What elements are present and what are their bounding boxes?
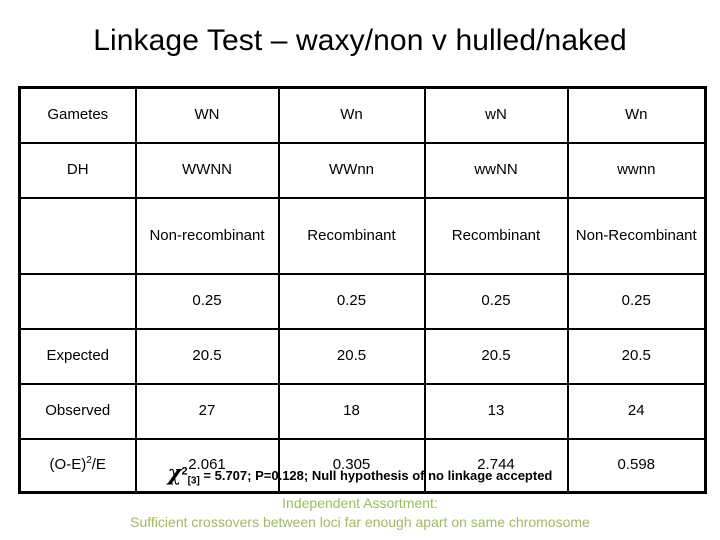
cell-expected-2: 20.5: [277, 328, 426, 385]
independent-assortment-explanation: Sufficient crossovers between loci far e…: [130, 514, 590, 530]
cell-observed-4: 24: [566, 383, 707, 440]
page-title: Linkage Test – waxy/non v hulled/naked: [93, 24, 627, 57]
row-label-ratio: [18, 273, 137, 330]
cell-ratio-4: 0.25: [566, 273, 707, 330]
table-row-ratio: 0.25 0.25 0.25 0.25: [18, 273, 707, 330]
cell-dh-2: WWnn: [277, 142, 426, 199]
cell-recombination-2: Recombinant: [277, 197, 426, 275]
cell-observed-1: 27: [134, 383, 280, 440]
linkage-test-table: Gametes WN Wn wN Wn DH WWNN WWnn wwNN ww…: [18, 86, 707, 494]
row-label-dh: DH: [18, 142, 137, 199]
cell-recombination-4: Non-Recombinant: [566, 197, 707, 275]
cell-expected-1: 20.5: [134, 328, 280, 385]
table-row-recombination: Non-recombinant Recombinant Recombinant …: [18, 197, 707, 275]
cell-recombination-1: Non-recombinant: [134, 197, 280, 275]
linkage-table-container: Gametes WN Wn wN Wn DH WWNN WWnn wwNN ww…: [18, 86, 707, 494]
cell-gametes-1: WN: [134, 86, 280, 144]
row-label-gametes: Gametes: [18, 86, 137, 144]
cell-dh-4: wwnn: [566, 142, 707, 199]
cell-expected-4: 20.5: [566, 328, 707, 385]
chi-subscript-df: [3]: [187, 475, 200, 487]
cell-gametes-4: Wn: [566, 86, 707, 144]
cell-dh-1: WWNN: [134, 142, 280, 199]
cell-ratio-2: 0.25: [277, 273, 426, 330]
row-label-expected: Expected: [18, 328, 137, 385]
table-row-expected: Expected 20.5 20.5 20.5 20.5: [18, 328, 707, 385]
cell-observed-3: 13: [423, 383, 569, 440]
cell-gametes-3: wN: [423, 86, 569, 144]
cell-ratio-3: 0.25: [423, 273, 569, 330]
table-row-gametes: Gametes WN Wn wN Wn: [18, 86, 707, 144]
chi-result-text: = 5.707; P=0.128; Null hypothesis of no …: [199, 468, 553, 483]
row-label-recombination: [18, 197, 137, 275]
cell-observed-2: 18: [277, 383, 426, 440]
slide-canvas: Linkage Test – waxy/non v hulled/naked G…: [0, 0, 720, 540]
independent-assortment-heading: Independent Assortment:: [282, 495, 438, 511]
cell-expected-3: 20.5: [423, 328, 569, 385]
chi-square-result-line: χ2[3] = 5.707; P=0.128; Null hypothesis …: [0, 462, 720, 487]
table-row-dh: DH WWNN WWnn wwNN wwnn: [18, 142, 707, 199]
row-label-observed: Observed: [18, 383, 137, 440]
table-row-observed: Observed 27 18 13 24: [18, 383, 707, 440]
cell-recombination-3: Recombinant: [423, 197, 569, 275]
cell-dh-3: wwNN: [423, 142, 569, 199]
cell-ratio-1: 0.25: [134, 273, 280, 330]
chi-symbol: χ: [167, 460, 182, 485]
cell-gametes-2: Wn: [277, 86, 426, 144]
